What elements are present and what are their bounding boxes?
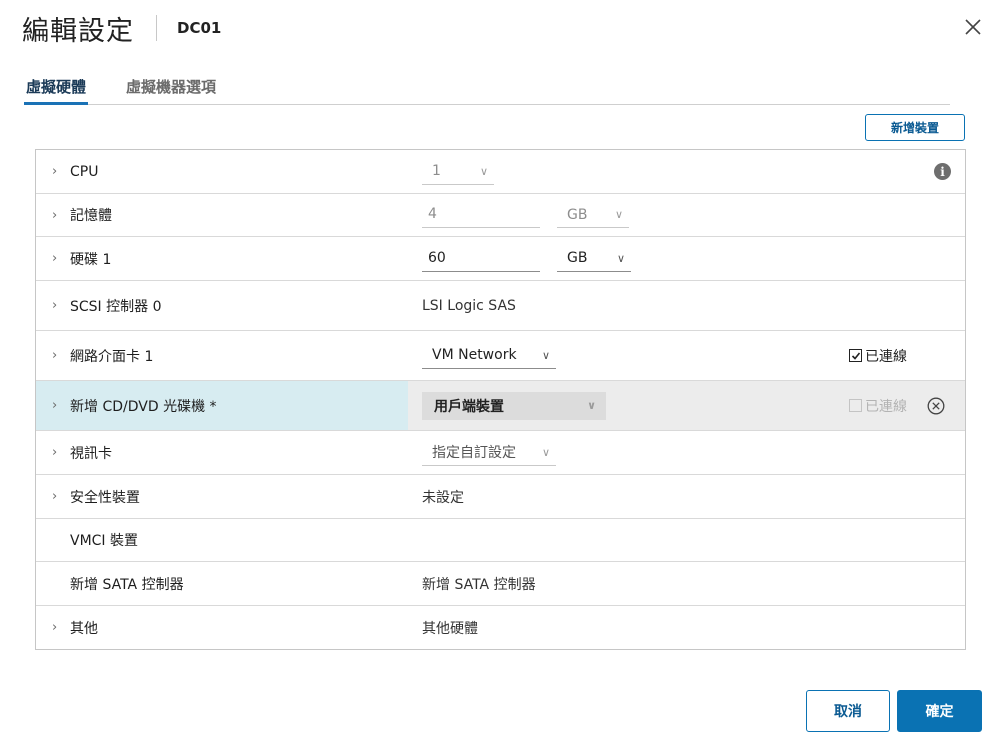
memory-unit-select[interactable]: GB ∨ — [557, 202, 629, 228]
chevron-down-icon: ∨ — [614, 208, 623, 221]
video-select[interactable]: 指定自訂設定 ∨ — [422, 440, 556, 466]
row-memory-expander[interactable]: › 記憶體 — [36, 194, 408, 236]
header-divider — [156, 15, 157, 41]
row-hard-disk-expander[interactable]: › 硬碟 1 — [36, 237, 408, 280]
chevron-right-icon[interactable]: › — [52, 489, 70, 504]
close-icon[interactable] — [962, 16, 984, 38]
disk-unit: GB — [567, 250, 588, 266]
row-label: 視訊卡 — [70, 445, 112, 462]
row-cd-dvd-expander[interactable]: › 新增 CD/DVD 光碟機 * — [36, 381, 408, 430]
row-sata-controller: 新增 SATA 控制器 新增 SATA 控制器 — [36, 562, 965, 606]
cancel-button[interactable]: 取消 — [806, 690, 890, 732]
memory-unit: GB — [567, 206, 588, 223]
row-network-expander[interactable]: › 網路介面卡 1 — [36, 331, 408, 380]
chevron-right-icon[interactable]: › — [52, 620, 70, 635]
row-other: › 其他 其他硬體 — [36, 606, 965, 649]
chevron-down-icon: ∨ — [587, 399, 596, 412]
row-cd-dvd: › 新增 CD/DVD 光碟機 * 用戶端裝置 ∨ 已連線 — [36, 381, 965, 431]
row-label: 安全性裝置 — [70, 489, 140, 506]
row-scsi-controller: › SCSI 控制器 0 LSI Logic SAS — [36, 281, 965, 331]
security-value: 未設定 — [422, 489, 464, 506]
disk-unit-select[interactable]: GB ∨ — [557, 246, 631, 272]
hardware-grid: › CPU 1 ∨ i › 記憶體 4 GB ∨ › 硬碟 1 60 GB ∨ … — [35, 149, 966, 650]
chevron-down-icon: ∨ — [541, 348, 550, 362]
tab-bar: 虛擬硬體 虛擬機器選項 — [24, 72, 950, 105]
row-sata-label-cell: 新增 SATA 控制器 — [36, 562, 408, 605]
chevron-right-icon[interactable]: › — [52, 398, 70, 413]
row-label: CPU — [70, 163, 99, 180]
dialog-title: 編輯設定 — [22, 15, 134, 47]
chevron-right-icon[interactable]: › — [52, 164, 70, 179]
row-video-expander[interactable]: › 視訊卡 — [36, 431, 408, 474]
connected-label: 已連線 — [865, 398, 907, 415]
row-security-device: › 安全性裝置 未設定 — [36, 475, 965, 519]
sata-value: 新增 SATA 控制器 — [422, 576, 536, 593]
row-other-expander[interactable]: › 其他 — [36, 606, 408, 649]
row-label: VMCI 裝置 — [70, 533, 139, 549]
chevron-down-icon: ∨ — [541, 445, 550, 459]
row-label: 新增 CD/DVD 光碟機 * — [70, 398, 217, 415]
other-value: 其他硬體 — [422, 620, 478, 637]
disk-size-input[interactable]: 60 — [422, 246, 540, 272]
chevron-right-icon[interactable]: › — [52, 251, 70, 266]
row-vmci-label-cell: VMCI 裝置 — [36, 519, 408, 561]
cpu-value: 1 — [432, 163, 441, 179]
network-connected-checkbox[interactable]: 已連線 — [849, 346, 907, 366]
row-hard-disk: › 硬碟 1 60 GB ∨ — [36, 237, 965, 281]
cpu-select[interactable]: 1 ∨ — [422, 159, 494, 185]
row-label: SCSI 控制器 0 — [70, 298, 162, 315]
cd-dvd-source-select[interactable]: 用戶端裝置 ∨ — [422, 391, 606, 420]
remove-device-icon[interactable] — [927, 397, 945, 415]
row-network-adapter: › 網路介面卡 1 VM Network ∨ 已連線 — [36, 331, 965, 381]
row-label: 記憶體 — [70, 208, 112, 224]
cd-dvd-value: 用戶端裝置 — [434, 398, 504, 415]
info-icon[interactable]: i — [934, 163, 951, 180]
row-vmci-device: VMCI 裝置 — [36, 519, 965, 562]
row-security-expander[interactable]: › 安全性裝置 — [36, 475, 408, 518]
row-label: 網路介面卡 1 — [70, 348, 154, 365]
checkbox-unchecked-icon[interactable] — [849, 399, 862, 412]
vm-name: DC01 — [177, 19, 222, 37]
network-select[interactable]: VM Network ∨ — [422, 343, 556, 369]
row-label: 新增 SATA 控制器 — [70, 576, 184, 593]
row-scsi-expander[interactable]: › SCSI 控制器 0 — [36, 281, 408, 330]
add-device-button[interactable]: 新增裝置 — [865, 114, 965, 141]
tab-virtual-hardware[interactable]: 虛擬硬體 — [24, 72, 89, 105]
row-label: 其他 — [70, 620, 98, 637]
chevron-right-icon[interactable]: › — [52, 208, 70, 223]
network-value: VM Network — [432, 347, 517, 363]
row-video-card: › 視訊卡 指定自訂設定 ∨ — [36, 431, 965, 475]
row-cpu-expander[interactable]: › CPU — [36, 150, 408, 193]
dialog-header: 編輯設定 DC01 — [22, 8, 221, 48]
row-memory: › 記憶體 4 GB ∨ — [36, 194, 965, 237]
row-cpu: › CPU 1 ∨ i — [36, 150, 965, 194]
connected-label: 已連線 — [865, 348, 907, 365]
checkbox-checked-icon[interactable] — [849, 349, 862, 362]
video-value: 指定自訂設定 — [432, 445, 516, 461]
chevron-down-icon: ∨ — [479, 164, 488, 178]
chevron-right-icon[interactable]: › — [52, 298, 70, 313]
scsi-value: LSI Logic SAS — [422, 297, 516, 314]
tab-vm-options[interactable]: 虛擬機器選項 — [124, 72, 218, 104]
chevron-down-icon: ∨ — [616, 251, 625, 265]
memory-input[interactable]: 4 — [422, 202, 540, 228]
chevron-right-icon[interactable]: › — [52, 348, 70, 363]
cd-dvd-connected-checkbox[interactable]: 已連線 — [849, 396, 907, 416]
ok-button[interactable]: 確定 — [897, 690, 982, 732]
chevron-right-icon[interactable]: › — [52, 445, 70, 460]
row-label: 硬碟 1 — [70, 251, 112, 268]
